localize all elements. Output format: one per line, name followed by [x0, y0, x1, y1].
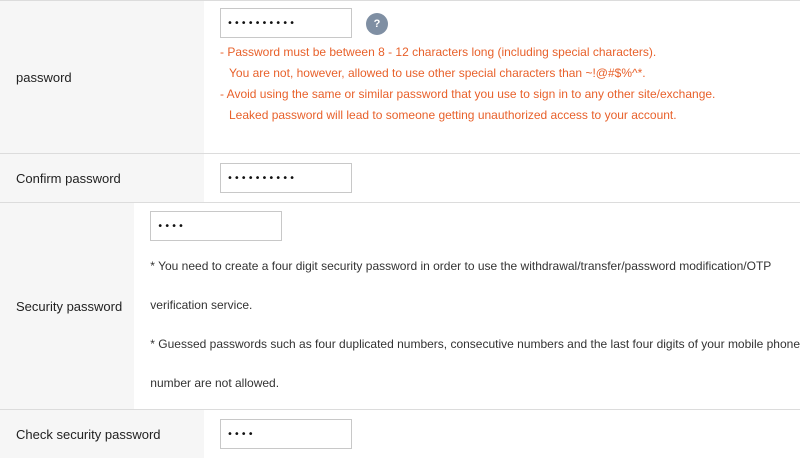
confirm-password-label: Confirm password — [0, 154, 204, 202]
password-label: password — [0, 1, 204, 153]
password-rule-3: - Avoid using the same or similar passwo… — [220, 87, 716, 101]
check-security-password-input[interactable] — [220, 419, 352, 449]
confirm-password-input[interactable] — [220, 163, 352, 193]
security-password-input[interactable] — [150, 211, 283, 241]
password-rule-2: You are not, however, allowed to use oth… — [229, 66, 646, 80]
security-password-notes: * You need to create a four digit securi… — [150, 247, 800, 403]
security-password-label: Security password — [0, 203, 135, 409]
check-security-password-label: Check security password — [0, 410, 204, 458]
password-form-table: password ? - Password must be between 8 … — [0, 0, 800, 458]
security-note-4: number are not allowed. — [150, 376, 280, 390]
security-note-2: verification service. — [150, 298, 253, 312]
password-row: password ? - Password must be between 8 … — [0, 1, 800, 154]
security-note-1: * You need to create a four digit securi… — [150, 259, 772, 273]
security-password-row: Security password * You need to create a… — [0, 203, 800, 410]
password-rule-1: - Password must be between 8 - 12 charac… — [220, 45, 657, 59]
password-rules: - Password must be between 8 - 12 charac… — [220, 42, 800, 126]
security-note-3: * Guessed passwords such as four duplica… — [150, 337, 800, 351]
check-security-password-row: Check security password — [0, 410, 800, 458]
confirm-password-cell — [204, 154, 800, 202]
check-security-password-cell — [204, 410, 800, 458]
question-mark-icon[interactable]: ? — [366, 13, 388, 35]
security-password-cell: * You need to create a four digit securi… — [134, 203, 800, 409]
confirm-password-row: Confirm password — [0, 154, 800, 203]
password-input[interactable] — [220, 8, 352, 38]
password-rule-4: Leaked password will lead to someone get… — [229, 108, 677, 122]
password-cell: ? - Password must be between 8 - 12 char… — [204, 1, 800, 153]
